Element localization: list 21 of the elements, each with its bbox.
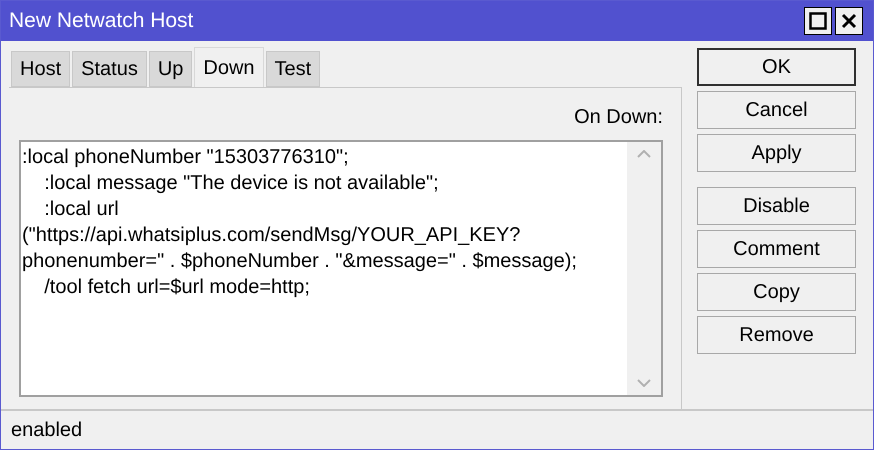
tab[interactable]: Host — [11, 51, 70, 87]
tab[interactable]: Test — [266, 51, 320, 87]
dialog-button[interactable]: Disable — [697, 187, 856, 225]
maximize-icon — [809, 12, 827, 30]
dialog-button[interactable]: Copy — [697, 273, 856, 311]
dialog-button[interactable]: Apply — [697, 134, 856, 172]
maximize-button[interactable] — [804, 7, 832, 35]
dialog-button[interactable]: Cancel — [697, 91, 856, 129]
window-title: New Netwatch Host — [9, 8, 194, 34]
dialog-button[interactable]: OK — [697, 48, 856, 86]
tab[interactable]: Down — [194, 47, 264, 87]
status-text: enabled — [11, 418, 82, 443]
field-label: On Down: — [574, 105, 663, 130]
close-button[interactable] — [835, 7, 863, 35]
script-text: :local phoneNumber "15303776310"; :local message "The device is not available"; :local url ("https://api.whatsiplus.com/sendMsg/YOUR_API_KEY? phonenumber=" . $phoneNumber . "&message=" . $message); /tool fetch url=$url mode=http; — [21, 145, 578, 300]
tab[interactable]: Up — [148, 51, 192, 87]
close-icon — [841, 13, 857, 29]
dialog-button[interactable]: Comment — [697, 230, 856, 268]
tab[interactable]: Status — [72, 51, 147, 87]
dialog-button[interactable]: Remove — [697, 316, 856, 354]
script-field[interactable] — [19, 140, 663, 397]
